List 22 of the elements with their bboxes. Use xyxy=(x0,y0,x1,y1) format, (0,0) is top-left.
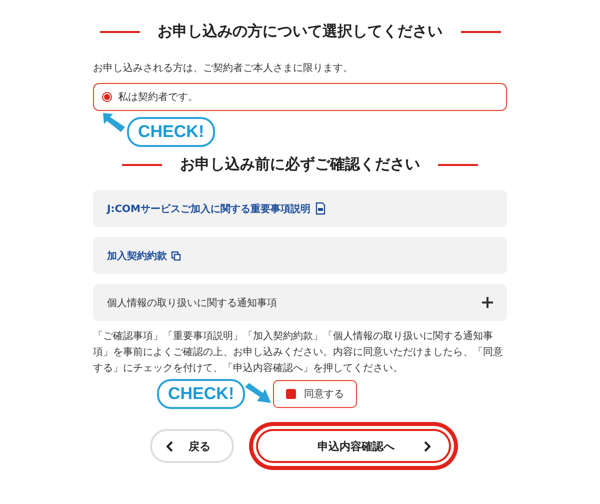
radio-option[interactable]: 私は契約者です。 xyxy=(93,83,507,111)
applicant-note: お申し込みされる方は、ご契約者ご本人さまに限ります。 xyxy=(93,62,354,75)
pdf-icon xyxy=(314,202,326,215)
document-card[interactable]: 加入契約約款 xyxy=(93,237,507,274)
check-callout: CHECK! xyxy=(127,117,216,147)
arrow-icon xyxy=(101,111,127,133)
plus-icon[interactable] xyxy=(482,297,493,308)
section-heading: お申し込み前に必ずご確認ください xyxy=(180,155,420,174)
document-link[interactable]: J:COMサービスご加入に関する重要事項説明 xyxy=(107,202,326,216)
back-button[interactable]: 戻る xyxy=(150,429,234,463)
chevron-right-icon xyxy=(424,440,430,452)
arrow-icon xyxy=(245,383,274,405)
document-card[interactable]: J:COMサービスご加入に関する重要事項説明 xyxy=(93,190,507,227)
check-callout: CHECK! xyxy=(157,379,246,409)
section-heading: お申し込みの方について選択してください xyxy=(158,22,442,41)
agree-checkbox[interactable]: 同意する xyxy=(273,380,358,408)
accordion-title: 個人情報の取り扱いに関する通知事項 xyxy=(107,296,277,310)
document-card[interactable]: 個人情報の取り扱いに関する通知事項 xyxy=(93,284,507,321)
instructions-text: 「ご確認事項」「重要事項説明」「加入契約約款」「個人情報の取り扱いに関する通知事項」を事前によくご確認の上、お申し込みください。内容に同意いただけましたら、「同意する」にチェックを付けて、「申込内容確認へ」を押してください。 xyxy=(93,330,504,376)
chevron-left-icon xyxy=(166,440,172,452)
external-link-icon xyxy=(171,250,181,260)
document-link[interactable]: 加入契約約款 xyxy=(107,248,181,262)
